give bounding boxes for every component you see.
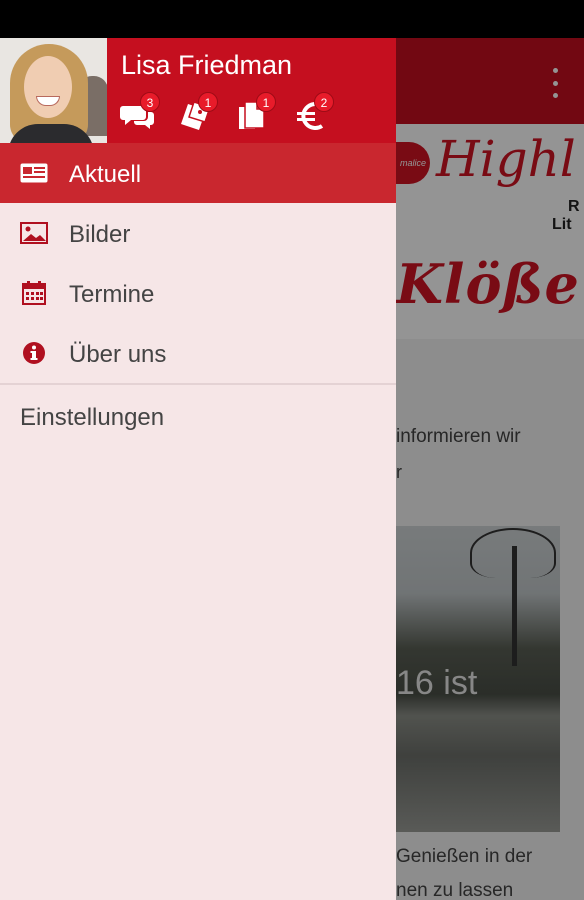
documents-badge: 1	[256, 92, 276, 112]
menu-item-label: Über uns	[69, 341, 167, 368]
documents-counter[interactable]: 1	[234, 92, 278, 134]
calendar-icon	[20, 281, 48, 305]
menu-item-label: Aktuell	[69, 161, 142, 188]
payments-badge: 2	[314, 92, 334, 112]
newspaper-icon	[20, 161, 48, 185]
menu-item-aktuell[interactable]: Aktuell	[0, 143, 396, 203]
avatar[interactable]	[0, 38, 107, 143]
info-icon	[20, 341, 48, 365]
settings-item[interactable]: Einstellungen	[0, 385, 396, 445]
notification-counters: 3 1 1 2	[118, 92, 388, 134]
user-name: Lisa Friedman	[121, 50, 293, 80]
messages-badge: 3	[140, 92, 160, 112]
tickets-badge: 1	[198, 92, 218, 112]
settings-label: Einstellungen	[20, 404, 165, 431]
drawer-menu: Aktuell Bilder Termine Über uns	[0, 143, 396, 385]
status-bar	[0, 0, 584, 38]
drawer-header: Lisa Friedman 3 1 1 2	[0, 38, 396, 143]
payments-counter[interactable]: 2	[292, 92, 336, 134]
menu-item-label: Bilder	[69, 221, 131, 248]
tickets-counter[interactable]: 1	[176, 92, 220, 134]
menu-item-ueber-uns[interactable]: Über uns	[0, 323, 396, 383]
messages-counter[interactable]: 3	[118, 92, 162, 134]
image-icon	[20, 221, 48, 245]
menu-item-label: Termine	[69, 281, 155, 308]
menu-item-bilder[interactable]: Bilder	[0, 203, 396, 263]
menu-item-termine[interactable]: Termine	[0, 263, 396, 323]
navigation-drawer: Lisa Friedman 3 1 1 2 Aktuell Bilder Ter…	[0, 38, 396, 900]
